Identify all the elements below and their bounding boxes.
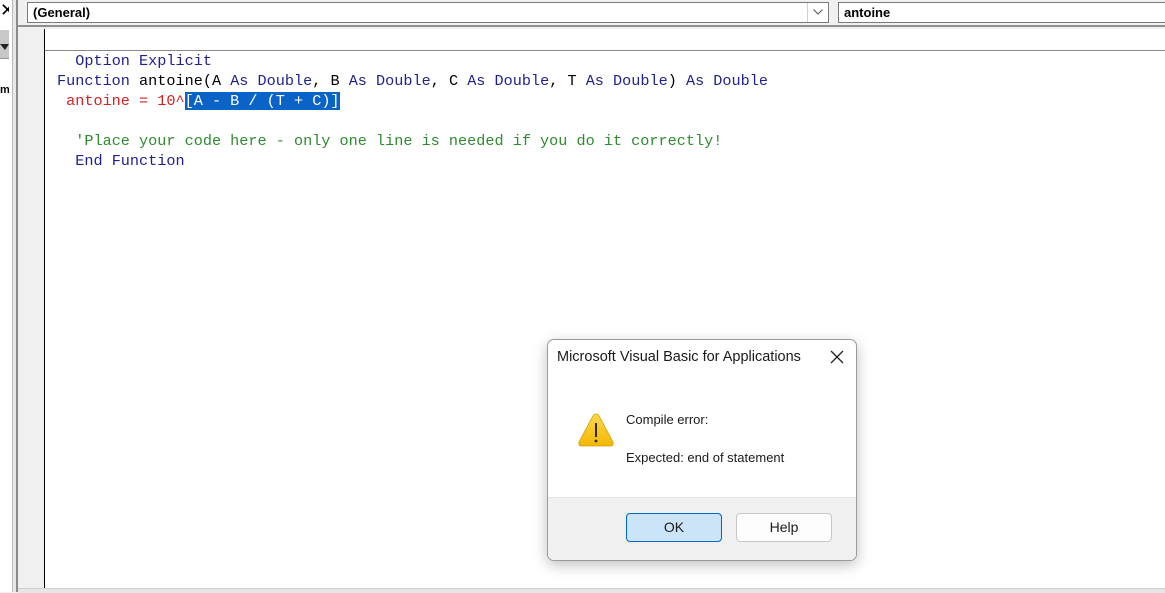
object-dropdown-value: (General) [33,5,91,20]
declarations-separator [45,50,1165,51]
code-window-header: (General) antoine [18,0,1165,27]
pane-label-fragment: m [0,84,9,96]
error-title: Compile error: [626,412,709,427]
procedure-dropdown[interactable]: antoine [838,2,1165,23]
chevron-down-icon[interactable] [807,3,828,22]
close-icon[interactable]: ✕ [0,0,9,22]
help-button[interactable]: Help [736,513,832,542]
dropdown-arrow-icon[interactable] [0,44,9,50]
procedure-dropdown-value: antoine [844,5,891,20]
error-line-text: antoine = 10^ [57,92,185,110]
dialog-title: Microsoft Visual Basic for Applications [557,349,801,365]
code-line-function-declaration[interactable]: Function antoine(A As Double, B As Doubl… [57,71,768,91]
horizontal-scrollbar[interactable] [18,588,1165,593]
project-pane-edge: ✕ m [0,0,12,592]
code-margin[interactable] [18,29,45,589]
ok-button[interactable]: OK [626,513,722,542]
code-line-error[interactable]: antoine = 10^[A - B / (T + C)] [57,91,340,111]
code-line-option-explicit[interactable]: Option Explicit [57,31,212,71]
object-dropdown[interactable]: (General) [27,2,829,23]
warning-icon [577,412,615,448]
error-detail: Expected: end of statement [626,450,785,465]
close-icon[interactable] [828,348,846,366]
selected-text: [A - B / (T + C)] [184,92,340,110]
compile-error-dialog: Microsoft Visual Basic for Applications … [547,339,857,561]
code-line-end-function[interactable]: End Function [57,131,184,171]
dialog-footer: OK Help [548,497,856,560]
